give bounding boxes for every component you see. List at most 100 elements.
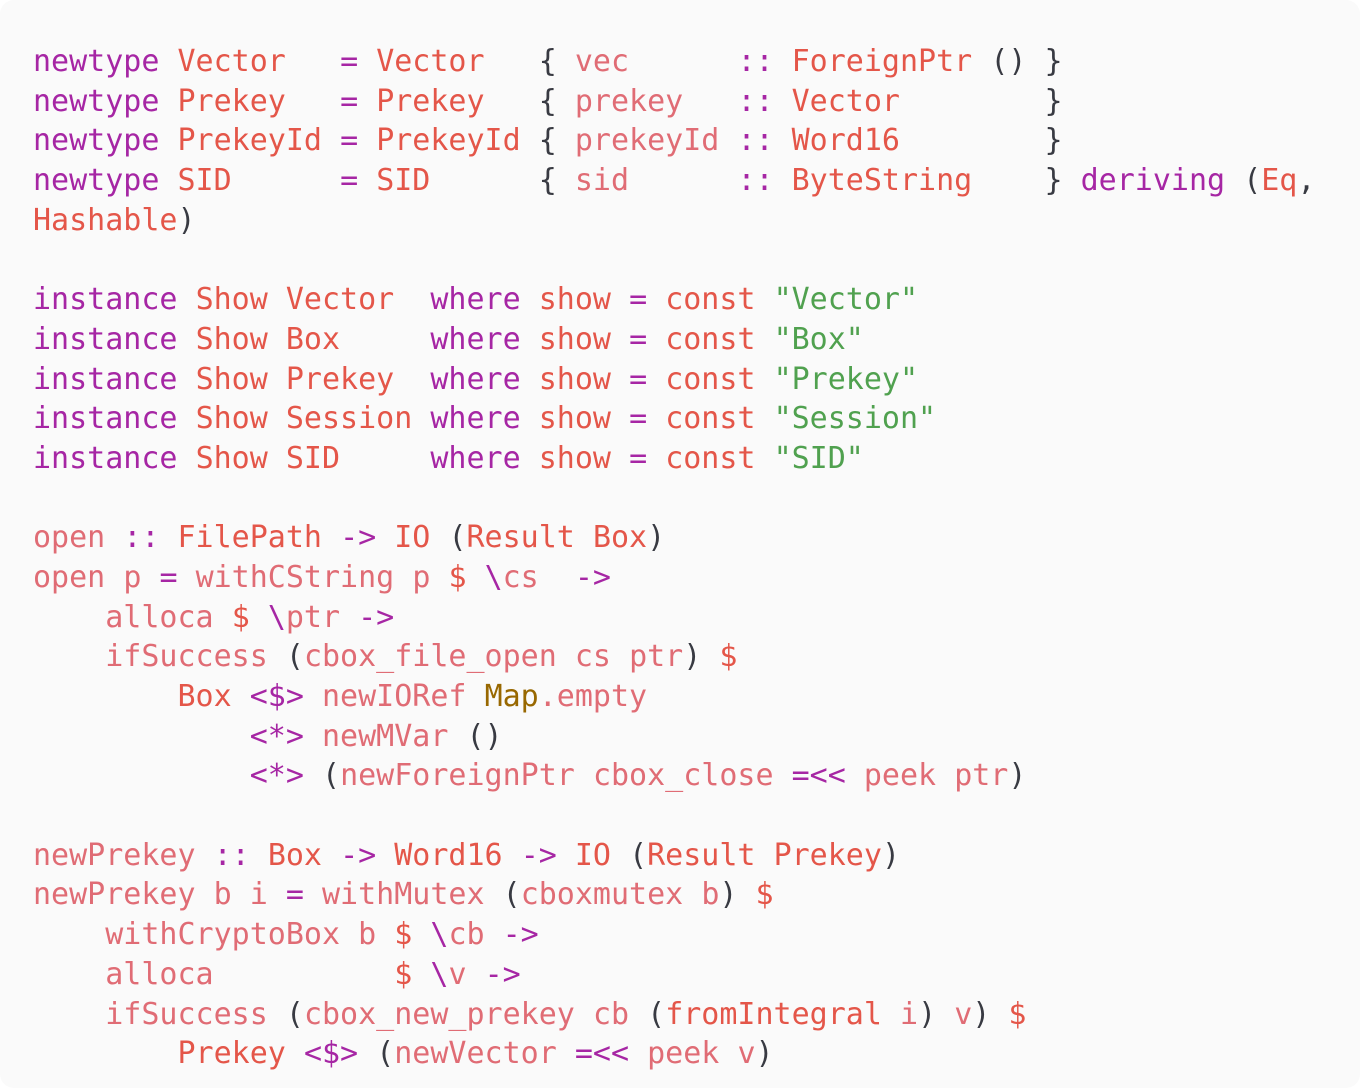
code-token: open	[33, 559, 106, 595]
code-token: Show	[195, 321, 268, 357]
code-token: const	[665, 282, 756, 318]
code-token: =	[629, 361, 648, 397]
code-line: newtype Vector = Vector { vec :: Foreign…	[33, 42, 1315, 82]
code-token: \	[430, 956, 449, 992]
code-token: Show	[195, 361, 268, 397]
code-token: )	[918, 996, 937, 1032]
code-token: ::	[737, 83, 774, 119]
code-line: instance Show Session where show = const…	[33, 399, 1315, 439]
code-token: )	[683, 639, 702, 675]
code-token: const	[665, 321, 756, 357]
code-token: const	[665, 440, 756, 476]
code-token: Box	[177, 679, 232, 714]
code-token: "SID"	[773, 440, 864, 476]
code-token: Box	[592, 520, 648, 556]
code-token: <$>	[303, 1036, 359, 1072]
code-token: Result	[647, 837, 756, 873]
code-token: Vector	[285, 282, 395, 318]
code-token: cb	[448, 917, 485, 953]
code-token: ->	[502, 917, 539, 953]
code-line: <*> (newForeignPtr cbox_close =<< peek p…	[33, 756, 1315, 796]
code-line: ​	[33, 240, 1315, 280]
code-token: "Vector"	[773, 282, 919, 318]
code-token: newIORef	[322, 679, 467, 714]
code-line: ​	[33, 479, 1315, 519]
code-line: instance Show Prekey where show = const …	[33, 360, 1315, 400]
code-token: (	[1243, 163, 1262, 199]
code-token: i	[249, 877, 268, 913]
code-token: where	[430, 401, 521, 437]
code-line: Box <$> newIORef Map.empty	[33, 677, 1315, 717]
code-token: instance	[33, 401, 178, 437]
code-token: ifSuccess	[105, 639, 268, 675]
code-token: ->	[484, 956, 521, 992]
code-token: =	[340, 123, 359, 159]
code-token: show	[538, 321, 611, 357]
code-token: b	[358, 917, 377, 953]
code-token: (	[502, 877, 521, 913]
code-line: <*> newMVar ()	[33, 717, 1315, 757]
code-token: ptr	[285, 599, 341, 635]
code-line: ifSuccess (cbox_new_prekey cb (fromInteg…	[33, 995, 1315, 1035]
code-token: FilePath	[177, 520, 323, 556]
code-token: const	[665, 401, 756, 437]
code-token: newtype	[33, 123, 160, 159]
code-token: Result	[466, 520, 575, 556]
code-token: newtype	[33, 163, 160, 199]
code-token: (	[629, 837, 648, 873]
code-token: "Prekey"	[773, 361, 919, 397]
code-token: newPrekey	[33, 837, 196, 873]
code-token: Prekey	[285, 361, 395, 397]
code-token: instance	[33, 361, 178, 397]
code-token: SID	[177, 163, 232, 199]
